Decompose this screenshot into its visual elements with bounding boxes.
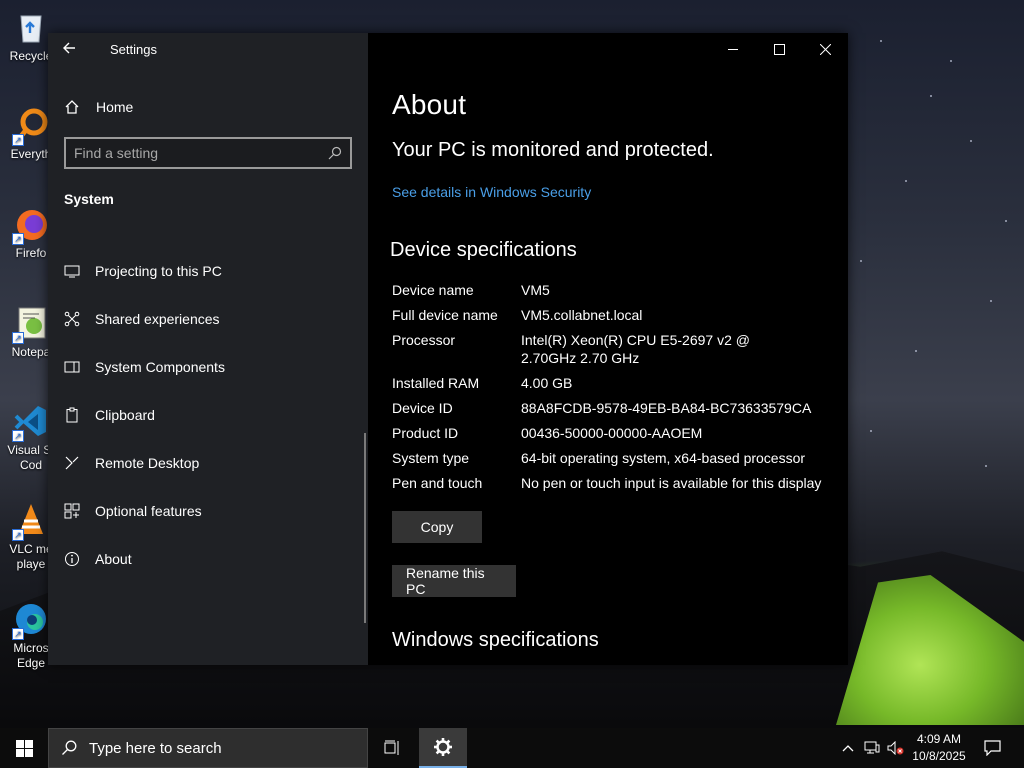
spec-key: Processor (392, 332, 456, 348)
spec-key: Installed RAM (392, 375, 480, 391)
spec-row: Full device name VM5.collabnet.local (392, 306, 832, 324)
protection-status: Your PC is monitored and protected. (392, 139, 714, 161)
remote-desktop-icon (64, 455, 80, 471)
window-caption-buttons (710, 33, 848, 65)
taskbar-search-placeholder: Type here to search (89, 739, 222, 757)
nav-item-label: Projecting to this PC (95, 263, 222, 279)
nav-item-label: Clipboard (95, 407, 155, 423)
nav-item-projecting[interactable]: Projecting to this PC (64, 259, 222, 283)
nav-item-label: Remote Desktop (95, 455, 200, 471)
spec-key: Full device name (392, 307, 498, 323)
spec-key: Product ID (392, 425, 459, 441)
find-setting-input[interactable] (74, 145, 328, 161)
minimize-icon (727, 48, 738, 50)
spec-value: Intel(R) Xeon(R) CPU E5-2697 v2 @ 2.70GH… (521, 332, 750, 366)
close-button[interactable] (802, 33, 848, 65)
nav-item-label: Shared experiences (95, 311, 220, 327)
clock-date: 10/8/2025 (912, 749, 966, 763)
about-content-pane: About Your PC is monitored and protected… (368, 33, 848, 665)
notepad-icon: ↗ (12, 304, 50, 344)
spec-row: Processor Intel(R) Xeon(R) CPU E5-2697 v… (392, 331, 832, 367)
spec-row: Device name VM5 (392, 281, 832, 299)
copy-button[interactable]: Copy (392, 511, 482, 543)
shared-experiences-icon (64, 311, 80, 327)
nav-section-title: System (64, 191, 114, 207)
spec-row: Device ID 88A8FCDB-9578-49EB-BA84-BC7363… (392, 399, 832, 417)
taskbar-search-box[interactable]: Type here to search (48, 728, 368, 768)
vscode-icon: ↗ (12, 402, 50, 442)
spec-value: No pen or touch input is available for t… (521, 475, 822, 491)
spec-value: 64-bit operating system, x64-based proce… (521, 450, 806, 466)
nav-scrollbar[interactable] (364, 433, 366, 623)
home-icon (64, 99, 80, 115)
nav-item-clipboard[interactable]: Clipboard (64, 403, 155, 427)
edge-icon: ↗ (12, 600, 50, 640)
rename-pc-button[interactable]: Rename this PC (392, 565, 516, 597)
nav-item-system-components[interactable]: System Components (64, 355, 225, 379)
projector-icon (64, 263, 80, 279)
task-view-icon (384, 740, 399, 755)
nav-item-shared-experiences[interactable]: Shared experiences (64, 307, 220, 331)
taskbar-settings-app[interactable] (419, 728, 467, 768)
minimize-button[interactable] (710, 33, 756, 65)
device-specs-heading: Device specifications (390, 239, 577, 261)
spec-row: Product ID 00436-50000-00000-AAOEM (392, 424, 832, 442)
components-icon (64, 359, 80, 375)
tray-chevron-up-icon[interactable] (836, 728, 860, 768)
start-button[interactable] (0, 728, 48, 768)
taskbar-clock[interactable]: 4:09 AM 10/8/2025 (904, 731, 974, 765)
spec-value: VM5.collabnet.local (521, 307, 643, 323)
search-icon[interactable] (328, 146, 342, 160)
maximize-icon (773, 43, 785, 55)
network-icon[interactable] (860, 728, 884, 768)
recycle-bin-icon (12, 8, 50, 46)
nav-item-about[interactable]: About (64, 547, 132, 571)
clock-time: 4:09 AM (916, 732, 962, 746)
system-tray (836, 728, 908, 768)
optional-features-icon (64, 503, 80, 519)
info-icon (64, 551, 80, 567)
find-setting-search[interactable] (64, 137, 352, 169)
nav-home[interactable]: Home (64, 95, 133, 119)
spec-key: Device ID (392, 400, 453, 416)
spec-value: VM5 (521, 282, 550, 298)
spec-row: Installed RAM 4.00 GB (392, 374, 832, 392)
maximize-button[interactable] (756, 33, 802, 65)
everything-search-icon: ↗ (12, 106, 50, 146)
nav-item-label: About (95, 551, 132, 567)
security-details-link[interactable]: See details in Windows Security (392, 184, 591, 200)
title-bar[interactable]: Settings (48, 33, 368, 65)
window-title: Settings (110, 42, 157, 57)
spec-row: System type 64-bit operating system, x64… (392, 449, 832, 467)
spec-value: 88A8FCDB-9578-49EB-BA84-BC73633579CA (521, 400, 812, 416)
spec-value: 4.00 GB (521, 375, 573, 391)
nav-item-label: Optional features (95, 503, 202, 519)
firefox-icon: ↗ (12, 205, 50, 245)
action-center-button[interactable] (978, 728, 1006, 768)
windows-logo-icon (15, 739, 33, 757)
settings-nav-pane: Settings Home System Projecting to this … (48, 33, 368, 665)
spec-row: Pen and touch No pen or touch input is a… (392, 474, 832, 492)
spec-key: System type (392, 450, 470, 466)
close-icon (819, 43, 831, 55)
settings-window: Settings Home System Projecting to this … (48, 33, 848, 665)
task-view-button[interactable] (372, 728, 412, 768)
device-specs-table: Device name VM5 Full device name VM5.col… (392, 281, 832, 499)
nav-item-remote-desktop[interactable]: Remote Desktop (64, 451, 199, 475)
vlc-icon: ↗ (12, 501, 50, 541)
back-arrow-icon[interactable] (62, 41, 82, 57)
nav-item-label: System Components (95, 359, 225, 375)
nav-item-optional-features[interactable]: Optional features (64, 499, 202, 523)
spec-key: Pen and touch (392, 475, 483, 491)
clipboard-icon (64, 407, 80, 423)
windows-specs-heading: Windows specifications (392, 629, 599, 651)
gear-icon (434, 738, 452, 756)
taskbar: Type here to search 4:09 AM 10/8/2025 (0, 728, 1024, 768)
page-title: About (392, 89, 467, 120)
nav-home-label: Home (96, 99, 134, 115)
spec-key: Device name (392, 282, 474, 298)
search-icon (61, 740, 77, 756)
spec-value: 00436-50000-00000-AAOEM (521, 425, 703, 441)
notification-icon (983, 740, 1001, 756)
